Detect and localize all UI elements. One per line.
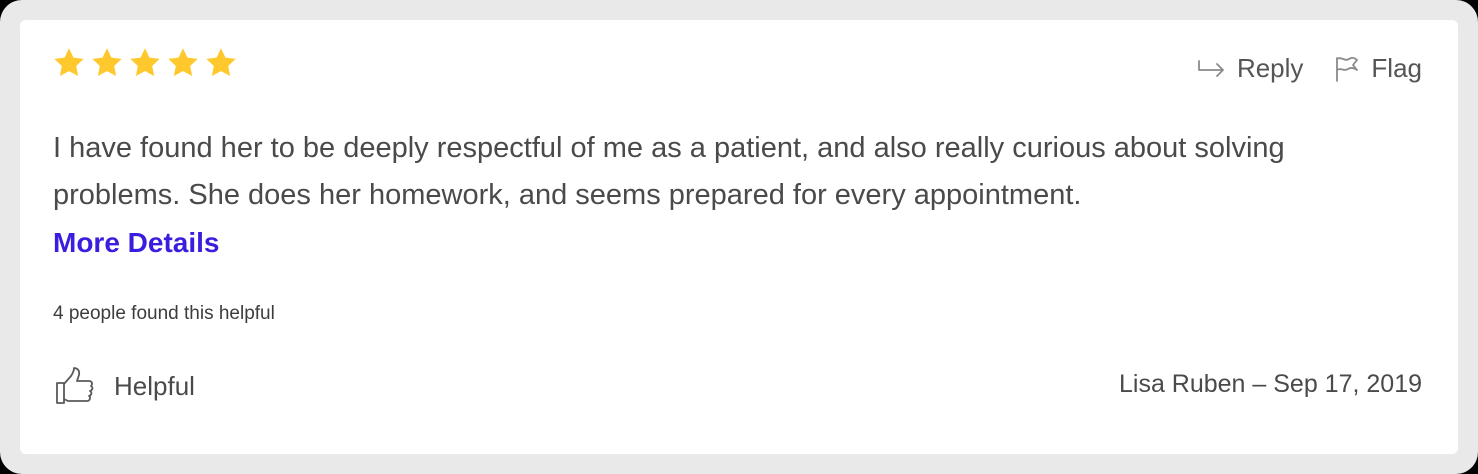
star-icon (92, 48, 122, 77)
helpful-count: 4 people found this helpful (53, 303, 275, 324)
author-date: Lisa Ruben – Sep 17, 2019 (1118, 370, 1422, 398)
review-frame: Reply Flag I have found her to be deeply… (0, 0, 1478, 474)
reply-label: Reply (1236, 53, 1304, 83)
flag-icon (1336, 56, 1359, 82)
star-rating (52, 46, 238, 80)
reply-arrow-icon (1198, 59, 1224, 77)
star-icon (206, 48, 236, 77)
star-icon (130, 48, 160, 77)
more-details-link[interactable]: More Details (53, 219, 220, 266)
star-icon (168, 48, 198, 77)
review-text: I have found her to be deeply respectful… (53, 132, 1285, 211)
flag-label: Flag (1371, 53, 1422, 83)
reply-button[interactable]: Reply (1197, 53, 1303, 84)
flag-button[interactable]: Flag (1333, 53, 1422, 84)
helpful-label: Helpful (114, 370, 195, 401)
helpful-button[interactable]: Helpful (54, 366, 195, 406)
thumbs-up-icon (56, 367, 94, 404)
star-icon (54, 48, 84, 77)
review-card: Reply Flag I have found her to be deeply… (20, 20, 1458, 454)
review-actions: Reply Flag (1197, 53, 1422, 84)
